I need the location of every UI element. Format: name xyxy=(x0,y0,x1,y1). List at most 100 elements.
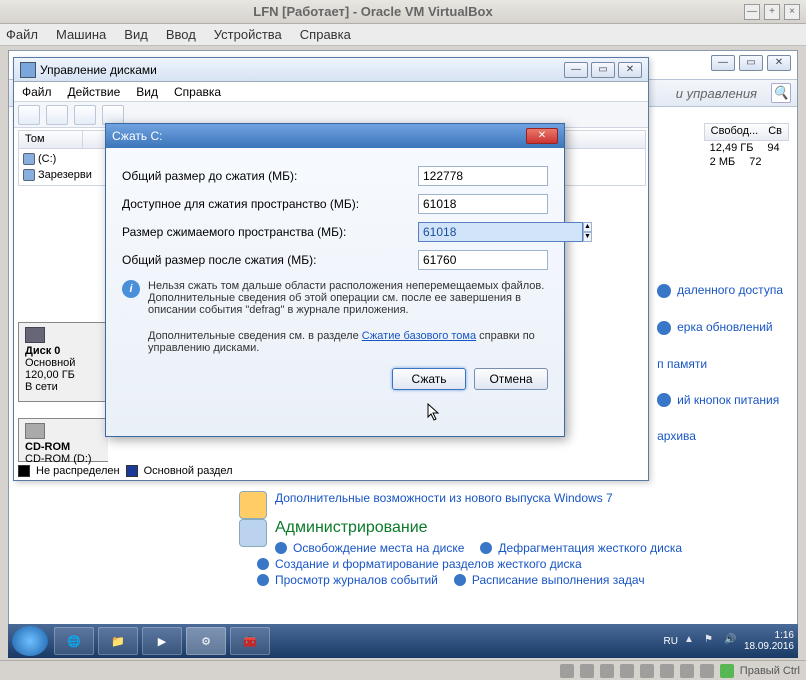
volume-row-reserved-ext[interactable]: 2 МБ72 xyxy=(704,155,789,169)
value-total-after: 61760 xyxy=(418,250,548,270)
tray-clock[interactable]: 1:16 18.09.2016 xyxy=(744,630,794,652)
vbox-usb-icon[interactable] xyxy=(620,664,634,678)
host-close-button[interactable]: × xyxy=(784,4,800,20)
flag-icon xyxy=(657,321,671,335)
link-event-logs[interactable]: Просмотр журналов событий xyxy=(275,573,438,587)
host-titlebar: LFN [Работает] - Oracle VM VirtualBox — … xyxy=(0,0,806,24)
host-menu-file[interactable]: Файл xyxy=(6,27,38,42)
side-link-remote[interactable]: даленного доступа xyxy=(657,283,783,298)
start-button[interactable] xyxy=(12,626,48,656)
dm-menu-action[interactable]: Действие xyxy=(68,85,121,99)
admin-tools-icon xyxy=(239,519,267,547)
host-maximize-button[interactable]: + xyxy=(764,4,780,20)
spinner-down-icon[interactable]: ▼ xyxy=(583,232,592,242)
shrink-dialog: Сжать C: ✕ Общий размер до сжатия (МБ): … xyxy=(105,123,565,437)
taskbar-ie-icon[interactable]: 🌐 xyxy=(54,627,94,655)
host-menu-input[interactable]: Ввод xyxy=(166,27,196,42)
tray-lang[interactable]: RU xyxy=(663,636,677,647)
dlg-titlebar[interactable]: Сжать C: ✕ xyxy=(106,124,564,148)
dm-menubar: Файл Действие Вид Справка xyxy=(14,82,648,102)
guest-close-button[interactable]: ✕ xyxy=(767,55,791,71)
bullet-icon xyxy=(454,574,466,586)
admin-header[interactable]: Администрирование xyxy=(239,519,777,537)
dm-menu-file[interactable]: Файл xyxy=(22,85,52,99)
vbox-display-icon[interactable] xyxy=(660,664,674,678)
taskbar-explorer-icon[interactable]: 📁 xyxy=(98,627,138,655)
toolbar-back-icon[interactable] xyxy=(18,105,40,125)
guest-desktop: — ▭ ✕ и управления 🔍 даленного доступа е… xyxy=(8,50,798,636)
vbox-network-icon[interactable] xyxy=(600,664,614,678)
shrink-button[interactable]: Сжать xyxy=(392,368,466,390)
dm-maximize-button[interactable]: ▭ xyxy=(591,62,615,78)
value-total-before: 122778 xyxy=(418,166,548,186)
volume-icon xyxy=(23,153,35,165)
tray-flag-icon[interactable]: ▲ xyxy=(684,634,698,648)
cdrom-panel[interactable]: CD-ROM CD-ROM (D:) xyxy=(18,418,108,462)
host-menu-machine[interactable]: Машина xyxy=(56,27,106,42)
tray-volume-icon[interactable]: 🔊 xyxy=(724,634,738,648)
host-minimize-button[interactable]: — xyxy=(744,4,760,20)
vbox-mouse-icon[interactable] xyxy=(720,664,734,678)
toolbar-help-icon[interactable] xyxy=(102,105,124,125)
host-menu-help[interactable]: Справка xyxy=(300,27,351,42)
side-links: даленного доступа ерка обновлений п памя… xyxy=(657,261,783,465)
link-windows7-features[interactable]: Дополнительные возможности из нового вып… xyxy=(275,491,613,505)
bullet-icon xyxy=(257,574,269,586)
side-link-power[interactable]: ий кнопок питания xyxy=(657,393,783,408)
bullet-icon xyxy=(275,542,287,554)
dlg-close-button[interactable]: ✕ xyxy=(526,128,558,144)
taskbar-media-icon[interactable]: ▶ xyxy=(142,627,182,655)
col-sv[interactable]: Св xyxy=(768,125,782,139)
disk0-panel[interactable]: Диск 0 Основной 120,00 ГБ В сети xyxy=(18,322,108,402)
dm-close-button[interactable]: ✕ xyxy=(618,62,642,78)
host-statusbar: Правый Ctrl xyxy=(0,660,806,680)
dlg-title-text: Сжать C: xyxy=(112,129,526,143)
vbox-shared-icon[interactable] xyxy=(640,664,654,678)
cdrom-icon xyxy=(25,423,45,439)
dm-titlebar[interactable]: Управление дисками — ▭ ✕ xyxy=(14,58,648,82)
vbox-cpu-icon[interactable] xyxy=(700,664,714,678)
vbox-record-icon[interactable] xyxy=(680,664,694,678)
shrink-amount-spinner[interactable]: ▲▼ xyxy=(418,222,548,242)
host-menu-devices[interactable]: Устройства xyxy=(214,27,282,42)
help-link[interactable]: Сжатие базового тома xyxy=(362,330,476,342)
guest-maximize-button[interactable]: ▭ xyxy=(739,55,763,71)
value-available: 61018 xyxy=(418,194,548,214)
dm-title-text: Управление дисками xyxy=(40,63,564,77)
volume-row-c-ext[interactable]: 12,49 ГБ94 xyxy=(704,141,789,155)
label-available: Доступное для сжатия пространство (МБ): xyxy=(122,197,418,211)
vbox-optical-icon[interactable] xyxy=(580,664,594,678)
taskbar-app-control-panel[interactable]: ⚙ xyxy=(186,627,226,655)
taskbar-app-toolbox[interactable]: 🧰 xyxy=(230,627,270,655)
col-tom[interactable]: Том xyxy=(19,131,83,148)
shrink-amount-input[interactable] xyxy=(418,222,583,242)
search-icon[interactable]: 🔍 xyxy=(771,83,791,103)
disk0-type: Основной xyxy=(25,357,75,369)
system-tray: RU ▲ ⚑ 🔊 1:16 18.09.2016 xyxy=(663,630,794,652)
host-menu-view[interactable]: Вид xyxy=(124,27,148,42)
toolbar-forward-icon[interactable] xyxy=(46,105,68,125)
vbox-hdd-icon[interactable] xyxy=(560,664,574,678)
legend: Не распределен Основной раздел xyxy=(18,462,233,480)
toolbar-refresh-icon[interactable] xyxy=(74,105,96,125)
col-svobod[interactable]: Свобод... xyxy=(711,125,759,139)
volume-right-columns: Свобод... Св 12,49 ГБ94 2 МБ72 xyxy=(704,123,789,169)
side-link-memory[interactable]: п памяти xyxy=(657,357,783,371)
tray-action-icon[interactable]: ⚑ xyxy=(704,634,718,648)
link-disk-cleanup[interactable]: Освобождение места на диске xyxy=(293,541,464,555)
link-task-scheduler[interactable]: Расписание выполнения задач xyxy=(472,573,645,587)
side-link-archive[interactable]: архива xyxy=(657,429,783,443)
cancel-button[interactable]: Отмена xyxy=(474,368,548,390)
dm-minimize-button[interactable]: — xyxy=(564,62,588,78)
guest-minimize-button[interactable]: — xyxy=(711,55,735,71)
label-total-before: Общий размер до сжатия (МБ): xyxy=(122,169,418,183)
dm-menu-help[interactable]: Справка xyxy=(174,85,221,99)
label-shrink-amount: Размер сжимаемого пространства (МБ): xyxy=(122,225,418,239)
disk-icon xyxy=(25,327,45,343)
disk0-size: 120,00 ГБ xyxy=(25,369,75,381)
side-link-updates[interactable]: ерка обновлений xyxy=(657,320,783,335)
spinner-up-icon[interactable]: ▲ xyxy=(583,222,592,232)
dm-menu-view[interactable]: Вид xyxy=(136,85,158,99)
link-defrag[interactable]: Дефрагментация жесткого диска xyxy=(498,541,682,555)
link-format-partitions[interactable]: Создание и форматирование разделов жестк… xyxy=(275,557,582,571)
